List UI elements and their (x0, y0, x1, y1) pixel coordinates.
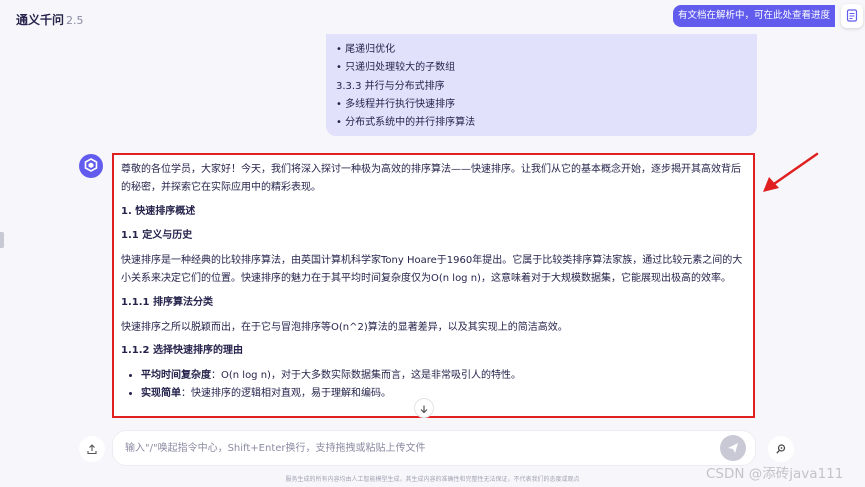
document-parse-status-button[interactable]: 有文档在解析中，可在此处查看进度 (673, 5, 835, 27)
chat-input-box (112, 430, 756, 466)
answer-heading: 1.1.1 排序算法分类 (121, 296, 213, 308)
assistant-avatar (79, 154, 103, 178)
app-version: 2.5 (66, 14, 84, 27)
answer-heading: 1.1.2 选择快速排序的理由 (121, 345, 243, 357)
answer-heading: 1.1 定义与历史 (121, 229, 193, 241)
voice-input-button[interactable] (768, 436, 794, 462)
send-icon (727, 439, 739, 458)
user-message-line: 3.3.3 并行与分布式排序 (336, 80, 445, 92)
answer-paragraph: 快速排序是一种经典的比较排序算法，由英国计算机科学家Tony Hoare于196… (121, 254, 743, 285)
list-item-term: 实现简单 (141, 388, 181, 400)
assistant-answer: 尊敬的各位学员，大家好！今天，我们将深入探讨一种极为高效的排序算法——快速排序。… (112, 153, 755, 418)
app-title-text: 通义千问 (16, 13, 65, 27)
scroll-to-bottom-button[interactable] (414, 398, 434, 418)
sidebar-toggle-handle[interactable] (0, 232, 4, 248)
upload-file-button[interactable] (79, 436, 105, 462)
answer-paragraph: 快速排序之所以脱颖而出，在于它与冒泡排序等O(n^2)算法的显著差异，以及其实现… (121, 321, 568, 333)
send-button[interactable] (720, 435, 746, 461)
upload-icon (86, 440, 98, 459)
answer-heading: 1. 快速排序概述 (121, 205, 196, 217)
list-item: 平均时间复杂度：O(n log n)，对于大多数实际数据集而言，这是非常吸引人的… (141, 367, 746, 385)
tongyi-logo-icon (84, 157, 98, 176)
annotation-arrow-icon (763, 152, 819, 192)
list-item-text: ：O(n log n)，对于大多数实际数据集而言，这是非常吸引人的特性。 (211, 370, 521, 382)
user-message-line: • 尾递归优化 (336, 44, 396, 55)
document-list-button[interactable] (841, 4, 863, 28)
chat-input[interactable] (125, 431, 715, 465)
list-item-text: ：快速排序的逻辑相对直观，易于理解和编码。 (181, 388, 391, 400)
user-message-line: • 多线程并行执行快速排序 (336, 98, 456, 110)
document-icon (846, 7, 858, 26)
arrow-down-icon (419, 399, 429, 418)
list-item: 实现简单：快速排序的逻辑相对直观，易于理解和编码。 (141, 385, 746, 403)
answer-intro: 尊敬的各位学员，大家好！今天，我们将深入探讨一种极为高效的排序算法——快速排序。… (121, 164, 741, 194)
answer-bullet-list: 平均时间复杂度：O(n log n)，对于大多数实际数据集而言，这是非常吸引人的… (141, 367, 746, 404)
user-message-line: • 只递归处理较大的子数组 (336, 62, 456, 74)
user-message-bubble: • 尾递归优化 • 只递归处理较大的子数组 3.3.3 并行与分布式排序 • 多… (326, 34, 757, 136)
voice-icon (775, 440, 787, 459)
app-title: 通义千问 2.5 (16, 11, 84, 28)
watermark: CSDN @添砖java111 (706, 466, 844, 482)
list-item-term: 平均时间复杂度 (141, 370, 211, 382)
user-message-line: • 分布式系统中的并行排序算法 (336, 117, 476, 129)
